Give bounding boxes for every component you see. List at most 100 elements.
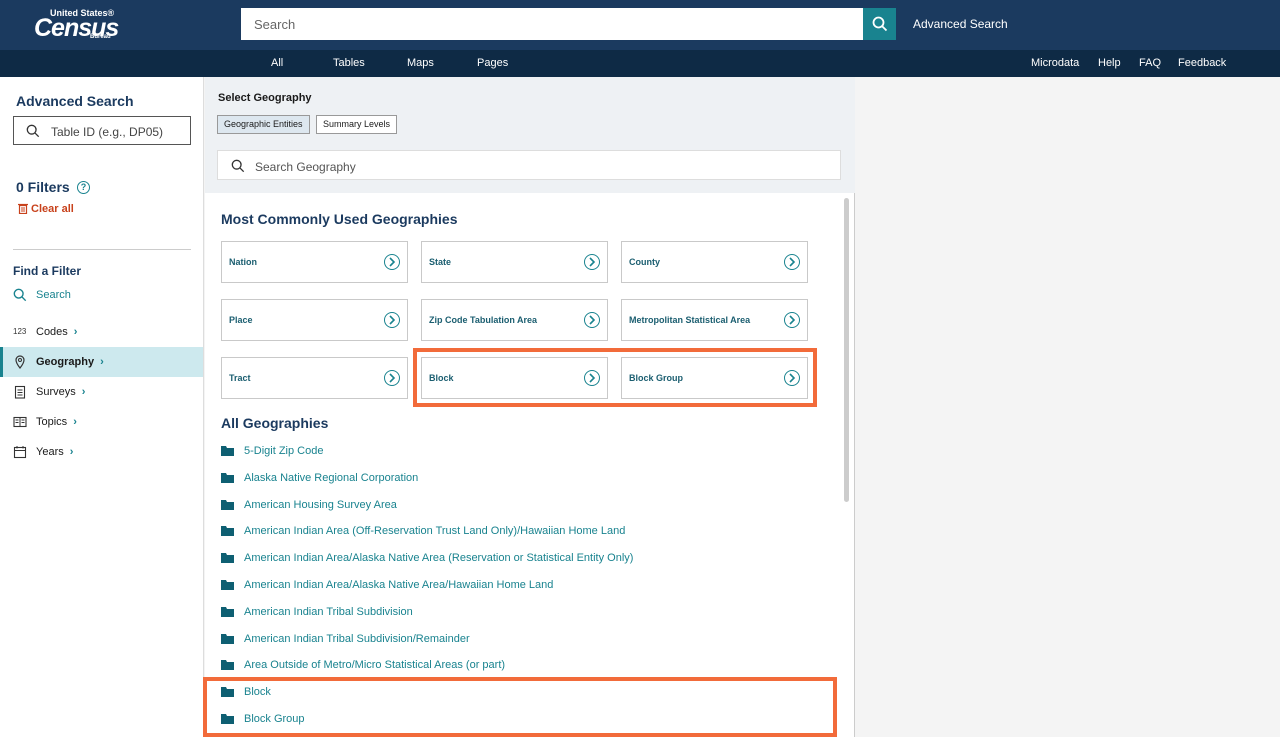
geo-card-county[interactable]: County [621, 241, 808, 283]
arrow-right-circle-icon [784, 254, 800, 270]
divider [13, 249, 191, 250]
geo-list-item[interactable]: 5-Digit Zip Code [221, 443, 821, 461]
geo-card-zcta[interactable]: Zip Code Tabulation Area [421, 299, 608, 341]
arrow-right-circle-icon [784, 312, 800, 328]
geo-list-item[interactable]: Area Outside of Metro/Micro Statistical … [221, 657, 821, 675]
census-logo[interactable]: United States® Census Bureau [34, 8, 119, 42]
folder-icon [221, 660, 234, 671]
nav-bar: All Tables Maps Pages Microdata Help FAQ… [0, 50, 1280, 77]
geo-list-label: 5-Digit Zip Code [244, 445, 324, 457]
geo-list-label: American Indian Area/Alaska Native Area/… [244, 579, 554, 591]
select-geography-heading: Select Geography [218, 92, 312, 104]
search-button[interactable] [863, 8, 896, 40]
nav-pages[interactable]: Pages [477, 57, 508, 69]
nav-faq[interactable]: FAQ [1139, 57, 1161, 69]
geo-card-tract[interactable]: Tract [221, 357, 408, 399]
search-icon [231, 159, 245, 173]
geo-card-nation[interactable]: Nation [221, 241, 408, 283]
folder-icon [221, 580, 234, 590]
geo-list-label: Area Outside of Metro/Micro Statistical … [244, 659, 506, 672]
sidebar-item-search[interactable]: Search [0, 280, 203, 310]
sidebar-item-label: Geography › [36, 356, 104, 368]
table-id-input[interactable]: Table ID (e.g., DP05) [13, 116, 191, 145]
calendar-icon [13, 446, 27, 459]
clear-all-button[interactable]: Clear all [18, 203, 74, 215]
geo-card-label: County [629, 257, 660, 267]
find-filter-heading: Find a Filter [13, 264, 82, 278]
arrow-right-circle-icon [584, 312, 600, 328]
search-placeholder: Search [254, 17, 296, 32]
sidebar-title: Advanced Search [16, 93, 134, 109]
site-search-input[interactable]: Search [241, 8, 863, 40]
geo-list-item[interactable]: American Indian Area/Alaska Native Area … [221, 550, 821, 568]
nav-help[interactable]: Help [1098, 57, 1121, 69]
folder-icon [221, 606, 234, 617]
filters-count: 0 Filters [16, 179, 70, 195]
folder-icon [221, 446, 234, 456]
scrollbar[interactable] [844, 198, 849, 502]
geo-card-label: State [429, 257, 452, 267]
advanced-search-link[interactable]: Advanced Search [913, 17, 1008, 31]
geo-list-item[interactable]: Alaska Native Regional Corporation [221, 470, 821, 488]
panel-header: Select Geography Geographic Entities Sum… [205, 77, 855, 193]
book-icon [13, 416, 27, 428]
arrow-right-circle-icon [384, 370, 400, 386]
folder-icon [221, 553, 234, 564]
folder-icon [221, 526, 234, 537]
arrow-right-circle-icon [384, 312, 400, 328]
common-geographies-heading: Most Commonly Used Geographies [221, 211, 458, 227]
geo-card-place[interactable]: Place [221, 299, 408, 341]
sidebar-item-label: Surveys › [36, 386, 86, 398]
geo-list-item[interactable]: American Indian Tribal Subdivision [221, 604, 821, 622]
geo-list-item[interactable]: American Indian Area/Alaska Native Area/… [221, 577, 821, 595]
trash-icon [18, 203, 28, 215]
location-pin-icon [15, 355, 25, 369]
sidebar-item-label: Search [36, 289, 71, 301]
sidebar-item-geography[interactable]: Geography › [0, 347, 203, 377]
search-icon [13, 288, 27, 302]
filter-sidebar: Advanced Search Table ID (e.g., DP05) 0 … [0, 77, 204, 737]
sidebar-item-surveys[interactable]: Surveys › [0, 377, 203, 407]
geo-card-label: Nation [229, 257, 257, 267]
geography-search-input[interactable]: Search Geography [217, 150, 841, 180]
top-header: United States® Census Bureau Search Adva… [0, 0, 1280, 50]
all-geographies-heading: All Geographies [221, 415, 329, 431]
geo-card-label: Tract [229, 373, 251, 383]
geo-list-label: Alaska Native Regional Corporation [244, 471, 419, 484]
geo-card-metro[interactable]: Metropolitan Statistical Area [621, 299, 808, 341]
folder-icon [221, 472, 234, 483]
empty-content-area [856, 77, 1280, 737]
nav-all[interactable]: All [271, 57, 283, 69]
geography-panel: Select Geography Geographic Entities Sum… [203, 77, 855, 737]
sidebar-item-years[interactable]: Years › [0, 437, 203, 467]
sidebar-item-label: Codes › [36, 326, 78, 338]
geo-list-label: American Housing Survey Area [244, 498, 397, 511]
geo-list-label: American Indian Tribal Subdivision [244, 605, 413, 618]
arrow-right-circle-icon [584, 254, 600, 270]
geo-list-item[interactable]: American Indian Tribal Subdivision/Remai… [221, 631, 821, 649]
codes-123-icon: 123 [13, 327, 27, 336]
highlight-box [413, 348, 817, 407]
folder-icon [221, 633, 234, 644]
sidebar-item-topics[interactable]: Topics › [0, 407, 203, 437]
geo-list-item[interactable]: American Housing Survey Area [221, 497, 821, 515]
tab-geographic-entities[interactable]: Geographic Entities [217, 115, 310, 134]
table-id-placeholder: Table ID (e.g., DP05) [51, 125, 164, 139]
clipboard-icon [14, 385, 26, 399]
sidebar-item-label: Years › [36, 446, 74, 458]
geo-list-item[interactable]: American Indian Area (Off-Reservation Tr… [221, 523, 821, 541]
geo-list-label: American Indian Area/Alaska Native Area … [244, 552, 634, 565]
folder-icon [221, 499, 234, 510]
geography-search-placeholder: Search Geography [255, 160, 356, 174]
nav-tables[interactable]: Tables [333, 57, 365, 69]
sidebar-item-codes[interactable]: 123 Codes › [0, 317, 203, 347]
nav-feedback[interactable]: Feedback [1178, 57, 1226, 69]
geo-card-label: Metropolitan Statistical Area [629, 315, 751, 325]
clear-all-label: Clear all [31, 203, 74, 215]
help-icon[interactable]: ? [77, 181, 90, 194]
nav-maps[interactable]: Maps [407, 57, 434, 69]
tab-summary-levels[interactable]: Summary Levels [316, 115, 398, 134]
nav-microdata[interactable]: Microdata [1031, 57, 1079, 69]
geo-card-state[interactable]: State [421, 241, 608, 283]
geo-list-label: American Indian Tribal Subdivision/Remai… [244, 632, 470, 645]
